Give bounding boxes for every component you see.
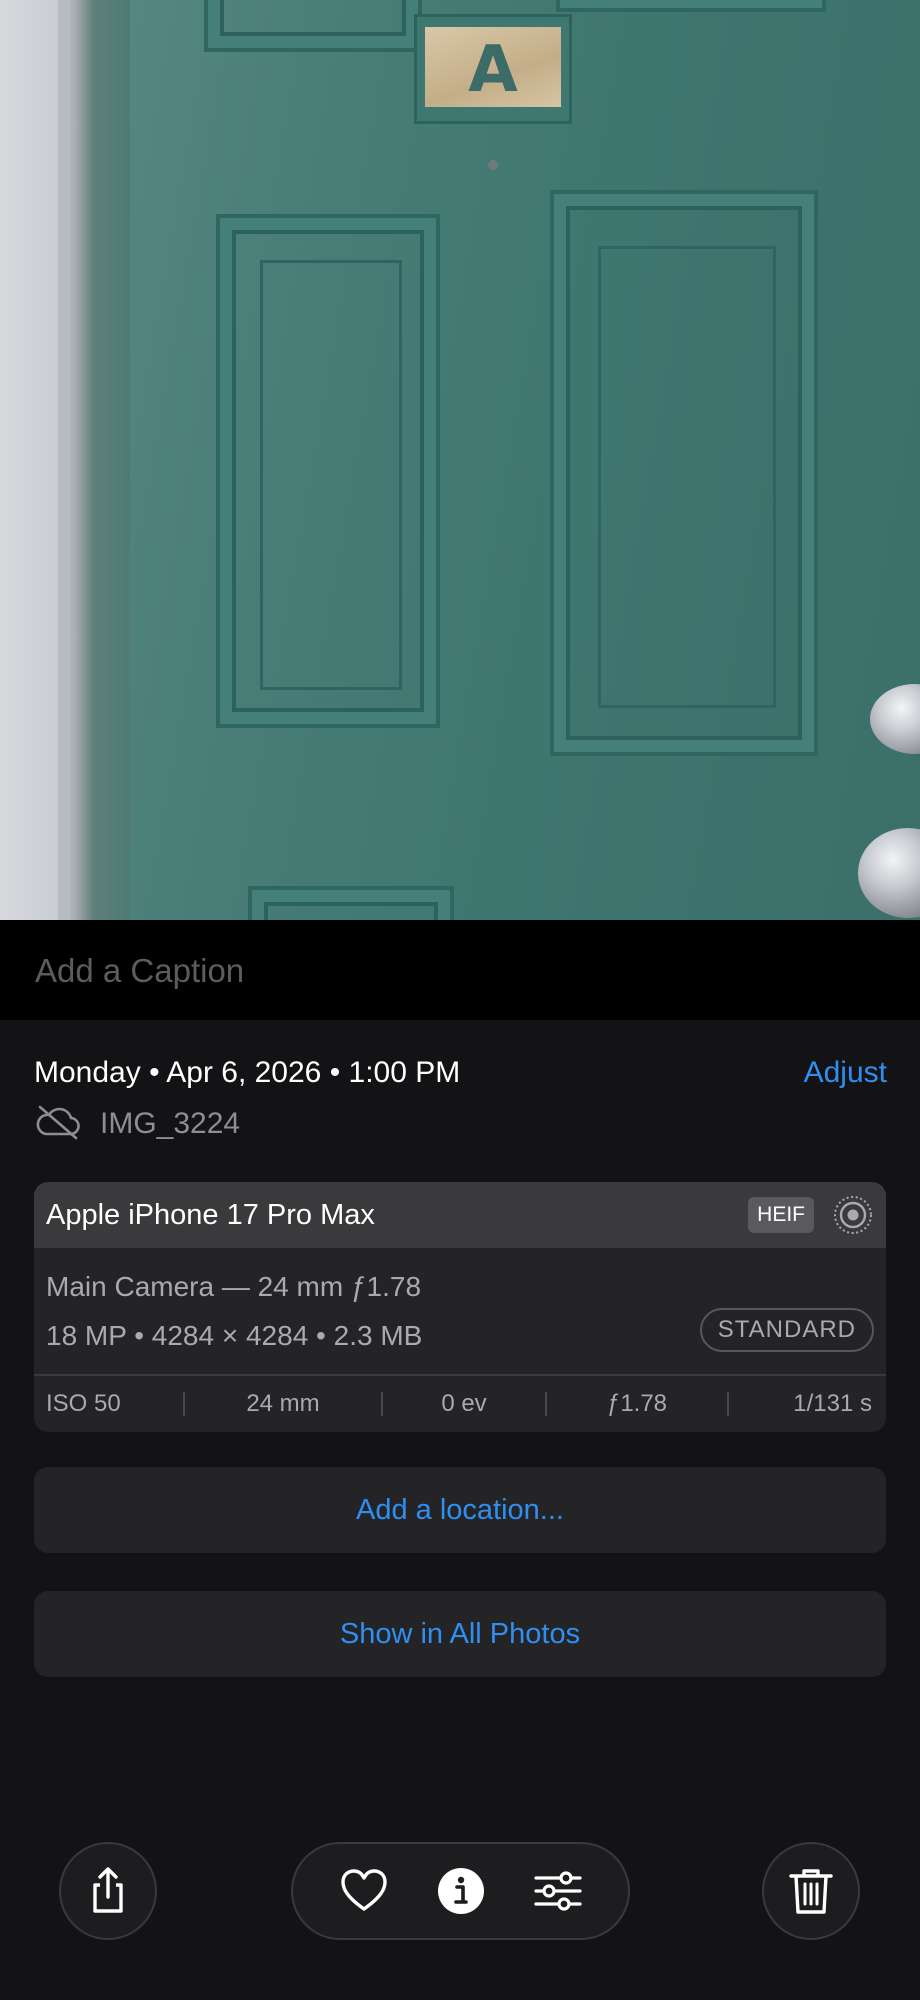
file-info: IMG_3224: [34, 1104, 241, 1145]
delete-button[interactable]: [762, 1842, 860, 1940]
lens-info: Main Camera — 24 mm ƒ1.78 18 MP • 4284 ×…: [34, 1248, 886, 1374]
door-screw: [488, 160, 498, 170]
door-panel-bottom-left: [248, 886, 454, 920]
live-photo-icon[interactable]: [832, 1194, 874, 1236]
door-panel-right: [550, 190, 818, 756]
door-deadbolt: [870, 684, 920, 754]
photo-actions-toolbar: [291, 1842, 630, 1940]
door-panel-left-inner: [260, 260, 402, 690]
door-plaque: A: [414, 14, 572, 124]
photographic-style-badge: STANDARD: [699, 1308, 874, 1352]
cloud-slash-icon: [34, 1104, 82, 1145]
lens-description: Main Camera — 24 mm ƒ1.78: [46, 1271, 422, 1302]
door-panel-top-left: [204, 0, 422, 52]
format-badge: HEIF: [748, 1197, 814, 1233]
show-in-all-photos-button[interactable]: Show in All Photos: [34, 1591, 886, 1677]
exif-aperture: ƒ1.78: [606, 1390, 668, 1417]
trash-icon: [784, 1864, 838, 1918]
door-panel-right-inner: [598, 246, 776, 708]
file-name: IMG_3224: [100, 1107, 241, 1140]
exif-exposure-value: 0 ev: [441, 1390, 487, 1417]
plaque-letter: A: [468, 33, 518, 107]
share-button[interactable]: [59, 1842, 157, 1940]
exif-row: ISO 50 24 mm 0 ev ƒ1.78 1/131 s: [34, 1374, 886, 1432]
adjust-date-button[interactable]: Adjust: [804, 1056, 887, 1090]
photo-view[interactable]: A: [0, 0, 920, 920]
door-panel-left: [216, 214, 440, 728]
share-icon: [81, 1864, 135, 1918]
door-panel-top-right: [556, 0, 826, 12]
add-location-button[interactable]: Add a location...: [34, 1467, 886, 1553]
adjustments-icon[interactable]: [531, 1864, 585, 1918]
camera-card-header: Apple iPhone 17 Pro Max HEIF: [34, 1182, 886, 1248]
device-name: Apple iPhone 17 Pro Max: [46, 1198, 375, 1231]
caption-bar[interactable]: Add a Caption: [0, 920, 920, 1020]
caption-input[interactable]: Add a Caption: [35, 952, 244, 990]
exif-iso: ISO 50: [46, 1390, 121, 1417]
info-icon[interactable]: [434, 1864, 488, 1918]
door-frame-edge: [58, 0, 70, 920]
exif-shutter-speed: 1/131 s: [793, 1390, 872, 1417]
plaque-wood: A: [425, 27, 561, 107]
exif-focal-length: 24 mm: [246, 1390, 320, 1417]
heart-icon[interactable]: [337, 1864, 391, 1918]
photo-date: Monday • Apr 6, 2026 • 1:00 PM: [34, 1056, 461, 1089]
door-handle: [858, 828, 920, 918]
camera-info-card: Apple iPhone 17 Pro Max HEIF Main Camera…: [34, 1182, 886, 1432]
